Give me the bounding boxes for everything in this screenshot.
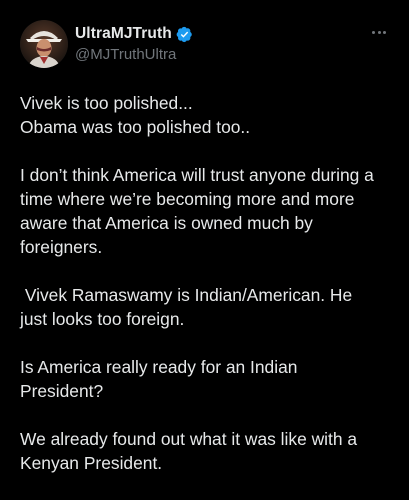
text-line: Kenyan President.: [20, 453, 163, 473]
text-line: just looks too foreign.: [20, 309, 185, 329]
text-line: Vivek Ramaswamy is Indian/American. He: [20, 285, 353, 305]
text-line: time where we’re becoming more and more: [20, 189, 355, 209]
display-name-row: UltraMJTruth: [75, 24, 335, 44]
text-line: Vivek is too polished...: [20, 93, 193, 113]
text-line: President?: [20, 381, 104, 401]
tweet-paragraph-3: Vivek Ramaswamy is Indian/American. He j…: [20, 283, 398, 331]
avatar-image: [20, 20, 68, 68]
text-line: Is America really ready for an Indian: [20, 357, 298, 377]
tweet-paragraph-2: I don’t think America will trust anyone …: [20, 163, 398, 259]
text-line: Obama was too polished too..: [20, 117, 251, 137]
text-line: We already found out what it was like wi…: [20, 429, 358, 449]
text-line: foreigners.: [20, 237, 103, 257]
handle[interactable]: @MJTruthUltra: [75, 46, 335, 63]
more-horizontal-icon[interactable]: [368, 24, 390, 40]
tweet: UltraMJTruth @MJTruthUltra Vivek is too …: [0, 0, 409, 500]
tweet-paragraph-1: Vivek is too polished... Obama was too p…: [20, 91, 398, 139]
author-names: UltraMJTruth @MJTruthUltra: [75, 24, 335, 63]
text-line: I don’t think America will trust anyone …: [20, 165, 374, 185]
display-name[interactable]: UltraMJTruth: [75, 25, 172, 43]
avatar[interactable]: [20, 20, 68, 68]
tweet-text: Vivek is too polished... Obama was too p…: [20, 91, 398, 499]
text-line: aware that America is owned much by: [20, 213, 313, 233]
tweet-header: UltraMJTruth @MJTruthUltra: [20, 20, 390, 70]
tweet-paragraph-4: Is America really ready for an Indian Pr…: [20, 355, 398, 403]
tweet-paragraph-5: We already found out what it was like wi…: [20, 427, 398, 475]
verified-badge-icon[interactable]: [176, 26, 193, 43]
